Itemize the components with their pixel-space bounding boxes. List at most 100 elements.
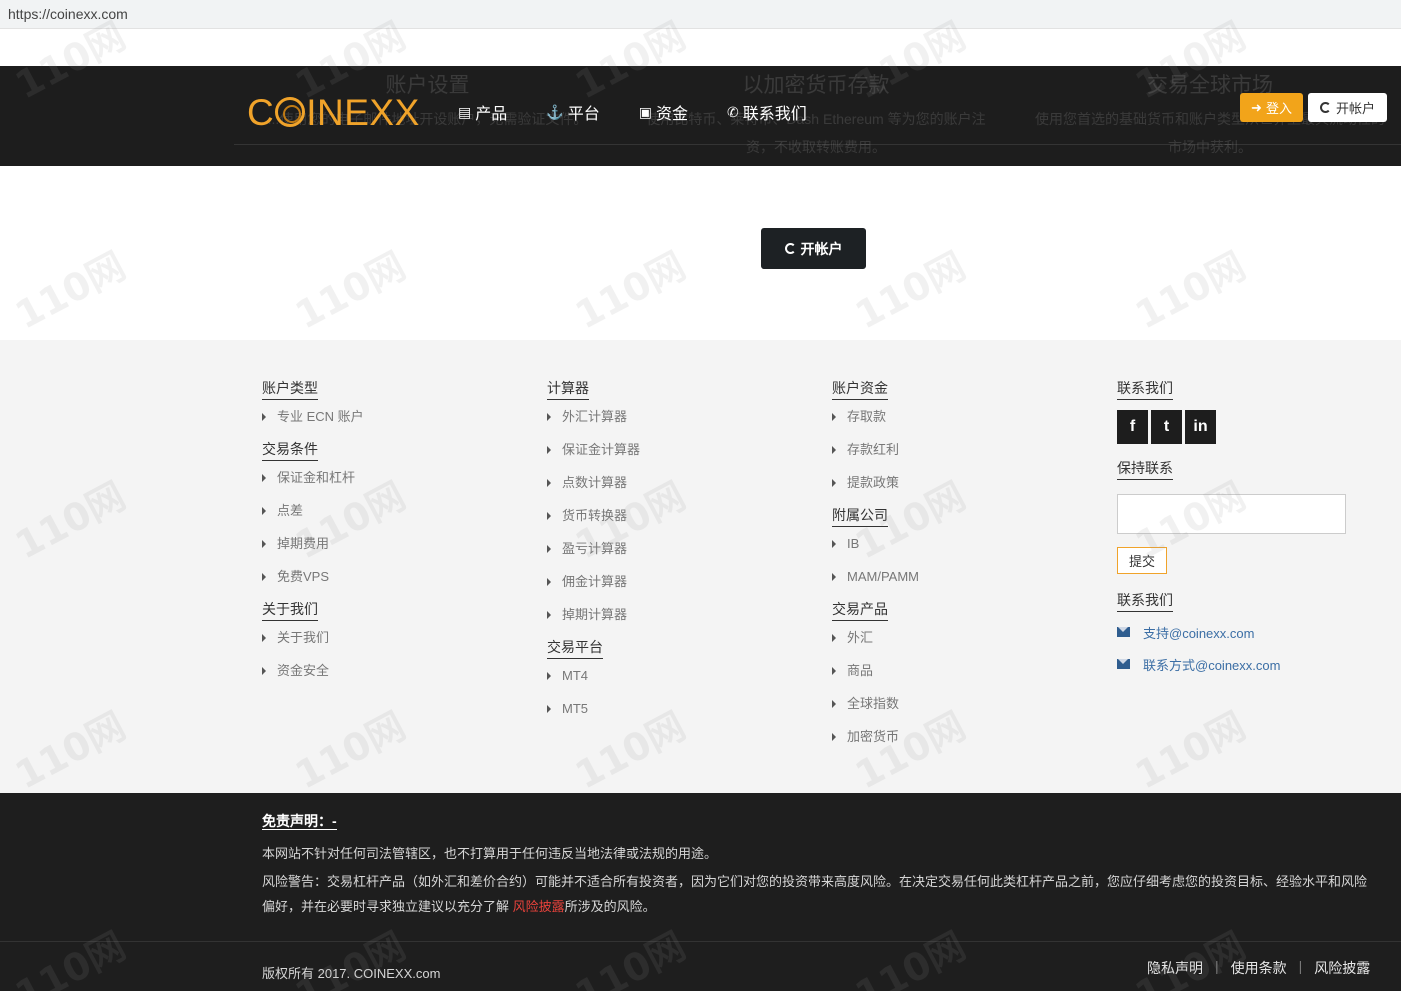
- nav-label: 平台: [567, 106, 600, 123]
- inbox-icon: ▤: [458, 103, 472, 120]
- footer-disclaimer: 免责声明：- 本网站不针对任何司法管辖区，也不打算用于任何违反当地法律或法规的用…: [0, 793, 1401, 991]
- footer-group: 附属公司 IB MAM/PAMM: [832, 505, 919, 595]
- support-email-link[interactable]: 支持@coinexx.com: [1117, 616, 1346, 648]
- nav-platform[interactable]: ⚓ 平台: [546, 100, 599, 124]
- footer-group-title: 账户类型: [262, 378, 318, 400]
- footer-link[interactable]: 点数计算器: [547, 468, 640, 501]
- url-text[interactable]: https://coinexx.com: [8, 6, 128, 22]
- footer-link[interactable]: 货币转换器: [547, 501, 640, 534]
- footer-group: 关于我们 关于我们 资金安全: [262, 599, 364, 689]
- footer-group: 账户类型 专业 ECN 账户: [262, 378, 364, 435]
- caret-right-icon: [262, 634, 266, 642]
- footer-group: 交易条件 保证金和杠杆 点差 掉期费用 免费VPS: [262, 439, 364, 595]
- coinexx-logo[interactable]: C INEXX: [247, 92, 420, 134]
- footer-group-title: 附属公司: [832, 505, 888, 527]
- phone-icon: ✆: [726, 103, 739, 120]
- caret-right-icon: [832, 573, 836, 581]
- footer-link[interactable]: 佣金计算器: [547, 567, 640, 600]
- ghost-feature-title: 以加密货币存款: [742, 74, 890, 97]
- caret-right-icon: [262, 573, 266, 581]
- caret-right-icon: [547, 672, 551, 680]
- caret-right-icon: [832, 733, 836, 741]
- caret-right-icon: [547, 413, 551, 421]
- caret-right-icon: [547, 705, 551, 713]
- footer-group: 账户资金 存取款 存款红利 提款政策: [832, 378, 919, 501]
- caret-right-icon: [832, 446, 836, 454]
- caret-right-icon: [262, 474, 266, 482]
- contact-us-title: 联系我们: [1117, 590, 1173, 612]
- footer-divider: [0, 941, 1401, 942]
- footer-group: 计算器 外汇计算器 保证金计算器 点数计算器 货币转换器 盈亏计算器 佣金计算器…: [547, 378, 640, 633]
- terms-link[interactable]: 使用条款: [1231, 958, 1287, 978]
- footer-link[interactable]: 关于我们: [262, 623, 364, 656]
- footer-group-title: 交易产品: [832, 599, 888, 621]
- footer-link[interactable]: 专业 ECN 账户: [262, 402, 364, 435]
- footer-group-title: 关于我们: [262, 599, 318, 621]
- footer-col-3: 账户资金 存取款 存款红利 提款政策 附属公司 IB MAM/PAMM 交易产品…: [832, 378, 919, 759]
- footer-link[interactable]: 提款政策: [832, 468, 919, 501]
- envelope-icon: [1117, 627, 1130, 637]
- footer-group: 交易平台 MT4 MT5: [547, 637, 640, 727]
- footer-link[interactable]: 免费VPS: [262, 562, 364, 595]
- risk-warning-text: 风险警告：交易杠杆产品（如外汇和差价合约）可能并不适合所有投资者，因为它们对您的…: [262, 874, 1368, 914]
- footer-link[interactable]: 掉期计算器: [547, 600, 640, 633]
- caret-right-icon: [262, 540, 266, 548]
- browser-url-bar[interactable]: https://coinexx.com: [0, 0, 1401, 29]
- footer-group: 交易产品 外汇 商品 全球指数 加密货币: [832, 599, 919, 755]
- login-button[interactable]: ➜ 登入: [1240, 93, 1303, 122]
- footer-link[interactable]: 存款红利: [832, 435, 919, 468]
- footer-group-title: 计算器: [547, 378, 589, 400]
- ghost-divider: [234, 144, 1401, 145]
- footer-link[interactable]: 保证金计算器: [547, 435, 640, 468]
- footer-link[interactable]: 点差: [262, 496, 364, 529]
- footer-link[interactable]: 商品: [832, 656, 919, 689]
- nav-products[interactable]: ▤ 产品: [458, 100, 507, 124]
- footer-col-contact: 联系我们 f t in 保持联系 提交 联系我们 支持@coinexx.com …: [1117, 378, 1346, 680]
- open-account-button[interactable]: 开帐户: [1308, 93, 1387, 122]
- nav-label: 产品: [475, 106, 508, 123]
- caret-right-icon: [547, 479, 551, 487]
- footer-link[interactable]: 资金安全: [262, 656, 364, 689]
- contact-title: 联系我们: [1117, 378, 1173, 400]
- legal-links: 隐私声明 | 使用条款 | 风险披露: [1147, 958, 1371, 978]
- footer-link[interactable]: 保证金和杠杆: [262, 463, 364, 496]
- disclaimer-title: 免责声明：-: [262, 813, 337, 830]
- footer-col-1: 账户类型 专业 ECN 账户 交易条件 保证金和杠杆 点差 掉期费用 免费VPS…: [262, 378, 364, 693]
- risk-link[interactable]: 风险披露: [1314, 958, 1370, 978]
- footer-group-title: 账户资金: [832, 378, 888, 400]
- caret-right-icon: [547, 611, 551, 619]
- footer-link[interactable]: 外汇计算器: [547, 402, 640, 435]
- contact-email-link[interactable]: 联系方式@coinexx.com: [1117, 648, 1346, 680]
- risk-disclosure-link[interactable]: 风险披露: [513, 899, 565, 914]
- caret-right-icon: [262, 413, 266, 421]
- footer-link[interactable]: 掉期费用: [262, 529, 364, 562]
- logo-coin-icon: [275, 97, 306, 127]
- caret-right-icon: [547, 512, 551, 520]
- open-account-cta[interactable]: 开帐户: [761, 228, 866, 269]
- caret-right-icon: [832, 667, 836, 675]
- footer-links: 账户类型 专业 ECN 账户 交易条件 保证金和杠杆 点差 掉期费用 免费VPS…: [0, 340, 1401, 793]
- footer-link[interactable]: 外汇: [832, 623, 919, 656]
- nav-funding[interactable]: ▣ 资金: [639, 100, 688, 124]
- spinner-icon: [1319, 102, 1331, 113]
- footer-link[interactable]: 加密货币: [832, 722, 919, 755]
- caret-right-icon: [262, 507, 266, 515]
- footer-link[interactable]: MT5: [547, 694, 640, 727]
- facebook-icon[interactable]: f: [1117, 410, 1148, 444]
- footer-link[interactable]: 存取款: [832, 402, 919, 435]
- footer-link[interactable]: MT4: [547, 661, 640, 694]
- footer-link[interactable]: 盈亏计算器: [547, 534, 640, 567]
- caret-right-icon: [832, 479, 836, 487]
- nav-contact[interactable]: ✆ 联系我们: [727, 100, 807, 124]
- anchor-icon: ⚓: [546, 103, 564, 120]
- caret-right-icon: [832, 700, 836, 708]
- main-nav: ▤ 产品 ⚓ 平台 ▣ 资金 ✆ 联系我们: [458, 100, 846, 124]
- privacy-link[interactable]: 隐私声明: [1147, 958, 1203, 978]
- submit-button[interactable]: 提交: [1117, 547, 1168, 574]
- twitter-icon[interactable]: t: [1151, 410, 1182, 444]
- footer-link[interactable]: IB: [832, 529, 919, 562]
- footer-link[interactable]: MAM/PAMM: [832, 562, 919, 595]
- linkedin-icon[interactable]: in: [1185, 410, 1216, 444]
- newsletter-input[interactable]: [1117, 494, 1346, 534]
- footer-link[interactable]: 全球指数: [832, 689, 919, 722]
